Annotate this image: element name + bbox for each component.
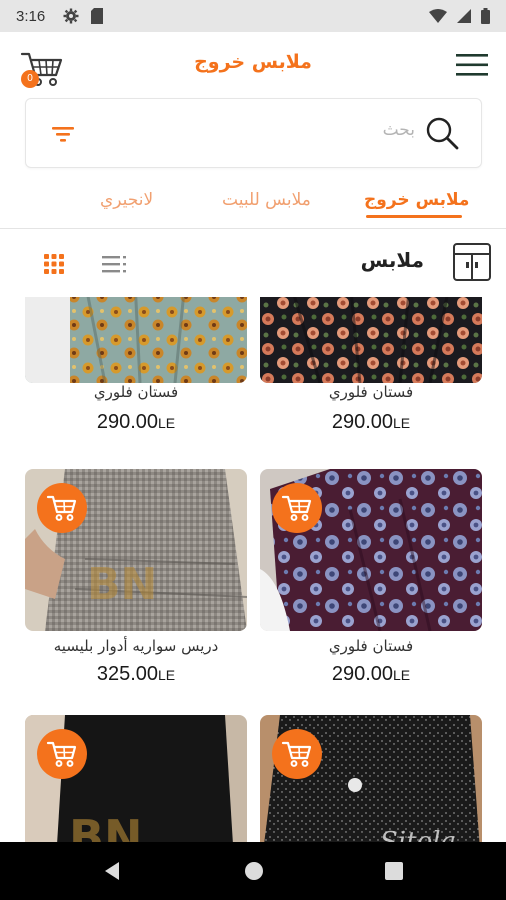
section-title: ملابس — [360, 248, 424, 272]
tab-lingerie[interactable]: لانجيري — [100, 190, 153, 210]
add-to-cart-button[interactable] — [272, 729, 322, 779]
svg-text:BN: BN — [69, 810, 143, 842]
status-bar: 3:16 — [0, 0, 506, 32]
price-value: 290.00 — [96, 411, 159, 433]
sim-card-icon — [91, 8, 104, 24]
filter-button[interactable] — [48, 121, 78, 147]
hamburger-menu-icon — [456, 54, 488, 76]
battery-icon — [481, 8, 490, 24]
price-value: 290.00 — [331, 411, 394, 433]
product-card[interactable]: فستان فلوري 290.00LE — [260, 297, 482, 441]
price-value: 290.00 — [331, 663, 394, 685]
recent-apps-icon[interactable] — [384, 861, 404, 881]
add-to-cart-button[interactable] — [37, 729, 87, 779]
product-price: 290.00LE — [260, 663, 482, 686]
svg-text:Sitola: Sitola — [380, 827, 456, 842]
product-price: 325.00LE — [25, 663, 247, 686]
cart-add-icon — [281, 495, 312, 521]
product-name: فستان فلوري — [328, 637, 414, 655]
product-price: 290.00LE — [25, 411, 247, 434]
cart-add-icon — [46, 741, 77, 767]
product-card[interactable]: فستان فلوري 290.00LE — [260, 469, 482, 689]
svg-text:BN: BN — [87, 559, 157, 610]
app-screen: 3:16 0 ملابس خروج بحث لانجيري ملابس للبي… — [0, 0, 506, 900]
wardrobe-icon — [453, 243, 491, 281]
product-image[interactable]: BN — [25, 715, 247, 842]
product-grid: فستان فلوري 290.00LE فستان فلوري 290.00L… — [0, 297, 506, 842]
add-to-cart-button[interactable] — [37, 483, 87, 533]
product-card[interactable]: BN دريس سواريه أدوار بليسيه 325.00LE — [25, 469, 247, 689]
product-card[interactable]: فستان فلوري 290.00LE — [25, 297, 247, 441]
active-tab-indicator — [366, 215, 462, 218]
filter-icon — [52, 127, 74, 142]
cart-add-icon — [281, 741, 312, 767]
page-title: ملابس خروج — [194, 51, 312, 73]
section-header: ملابس — [0, 232, 506, 294]
back-icon[interactable] — [101, 860, 123, 882]
price-currency: LE — [393, 667, 411, 683]
signal-icon — [457, 9, 471, 23]
divider — [0, 228, 506, 229]
product-card[interactable]: Sitola — [260, 715, 482, 842]
product-name: فستان فلوري — [93, 383, 179, 401]
cart-add-icon — [46, 495, 77, 521]
wifi-icon — [429, 9, 447, 23]
price-currency: LE — [393, 415, 411, 431]
price-value: 325.00 — [96, 663, 159, 685]
product-image[interactable] — [25, 297, 247, 383]
search-icon[interactable] — [423, 114, 461, 152]
grid-view-icon[interactable] — [42, 252, 66, 276]
product-name: فستان فلوري — [328, 383, 414, 401]
product-image[interactable]: Sitola — [260, 715, 482, 842]
price-currency: LE — [158, 667, 176, 683]
add-to-cart-button[interactable] — [272, 483, 322, 533]
product-card[interactable]: BN — [25, 715, 247, 842]
product-price: 290.00LE — [260, 411, 482, 434]
price-currency: LE — [158, 415, 176, 431]
product-name: دريس سواريه أدوار بليسيه — [53, 637, 219, 655]
tab-outing-clothes[interactable]: ملابس خروج — [364, 190, 469, 210]
list-view-icon[interactable] — [100, 252, 128, 276]
search-box[interactable]: بحث — [25, 98, 482, 168]
search-input[interactable]: بحث — [383, 120, 415, 140]
tab-home-clothes[interactable]: ملابس للبيت — [222, 190, 311, 210]
menu-button[interactable] — [456, 52, 488, 78]
gear-icon — [63, 8, 79, 24]
app-bar: 0 ملابس خروج — [0, 32, 506, 96]
system-nav-bar — [0, 842, 506, 900]
home-icon[interactable] — [243, 860, 265, 882]
category-tabs: لانجيري ملابس للبيت ملابس خروج — [0, 180, 506, 228]
product-image[interactable] — [260, 469, 482, 631]
product-image[interactable] — [260, 297, 482, 383]
product-image[interactable]: BN — [25, 469, 247, 631]
status-time: 3:16 — [16, 7, 46, 25]
